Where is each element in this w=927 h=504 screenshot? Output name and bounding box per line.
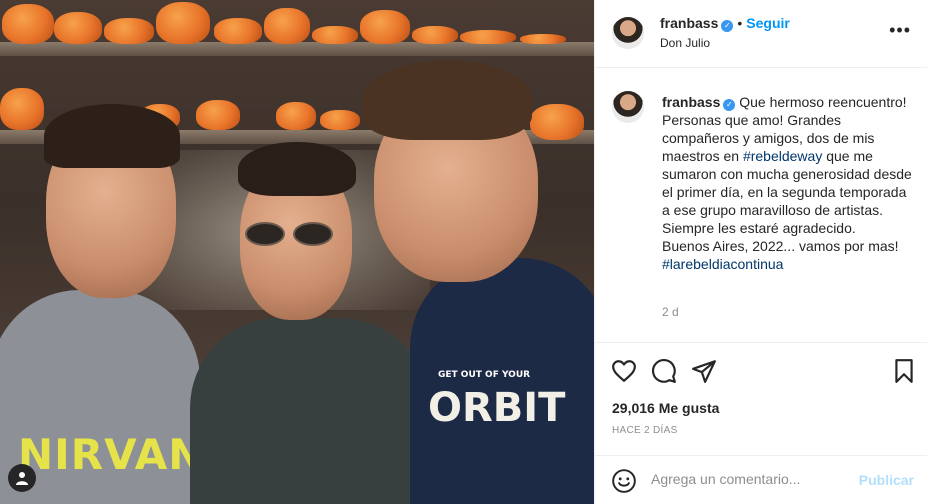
comment-input[interactable] xyxy=(651,471,851,487)
post-date[interactable]: HACE 2 DÍAS xyxy=(612,425,678,436)
pumpkin xyxy=(264,8,310,44)
pumpkin xyxy=(196,100,240,130)
action-bar xyxy=(595,350,927,390)
pumpkin xyxy=(54,12,102,44)
post-header: franbass ✓ • Seguir Don Julio ••• xyxy=(595,0,927,68)
location-link[interactable]: Don Julio xyxy=(660,36,710,50)
person-right-shirt xyxy=(410,258,594,504)
comment-bubble-icon[interactable] xyxy=(651,358,677,384)
verified-badge-icon: ✓ xyxy=(721,20,734,32)
caption-username[interactable]: franbass xyxy=(662,94,720,110)
paper-plane-icon[interactable] xyxy=(691,358,717,384)
pumpkin xyxy=(0,88,44,130)
person-middle-shirt xyxy=(190,318,430,504)
more-horizontal-icon[interactable]: ••• xyxy=(889,20,911,41)
pumpkin xyxy=(104,18,154,44)
hashtag-link[interactable]: #rebeldeway xyxy=(743,148,822,164)
caption-section: franbass ✓ Que hermoso reencuentro! Perso… xyxy=(595,69,927,343)
post-photo[interactable]: NIRVANA GET OUT OF YOUR ORBIT xyxy=(0,0,594,504)
separator-dot: • xyxy=(737,15,743,31)
pumpkin xyxy=(460,30,516,44)
pumpkin xyxy=(276,102,316,130)
heart-icon[interactable] xyxy=(611,358,637,384)
caption-time: 2 d xyxy=(662,305,679,319)
person-middle-hair xyxy=(238,142,356,196)
pumpkin xyxy=(214,18,262,44)
shirt-text-orbit: ORBIT xyxy=(428,385,566,431)
avatar[interactable] xyxy=(612,17,644,49)
pumpkin xyxy=(156,2,210,44)
pumpkin xyxy=(312,26,358,44)
smiley-icon[interactable] xyxy=(611,468,637,499)
caption-line2: Buenos Aires, 2022... vamos por mas! xyxy=(662,238,899,254)
header-user-line: franbass ✓ • Seguir xyxy=(660,15,790,33)
caption-avatar[interactable] xyxy=(612,91,644,123)
sunglasses xyxy=(245,222,333,246)
follow-button[interactable]: Seguir xyxy=(746,15,790,31)
pumpkin xyxy=(2,4,54,44)
hashtag-link[interactable]: #larebeldiacontinua xyxy=(662,256,783,272)
user-tag-icon[interactable] xyxy=(8,464,36,492)
username-link[interactable]: franbass xyxy=(660,15,718,31)
person-left-hair xyxy=(44,104,180,168)
verified-badge-icon: ✓ xyxy=(723,99,736,111)
pumpkin xyxy=(320,110,360,130)
shelf-top xyxy=(0,42,594,56)
publish-button[interactable]: Publicar xyxy=(859,472,914,488)
comment-bar: Publicar xyxy=(595,455,927,504)
pumpkin xyxy=(530,104,584,140)
pumpkin xyxy=(520,34,566,44)
pumpkin xyxy=(360,10,410,44)
bookmark-icon[interactable] xyxy=(891,358,917,384)
person-right-hair xyxy=(362,60,532,140)
caption-text: franbass ✓ Que hermoso reencuentro! Perso… xyxy=(662,93,917,273)
like-count[interactable]: 29,016 Me gusta xyxy=(612,400,719,416)
pumpkin xyxy=(412,26,458,44)
post-side-panel: franbass ✓ • Seguir Don Julio ••• franbass ✓… xyxy=(594,0,927,504)
shirt-text-small: GET OUT OF YOUR xyxy=(438,370,531,380)
